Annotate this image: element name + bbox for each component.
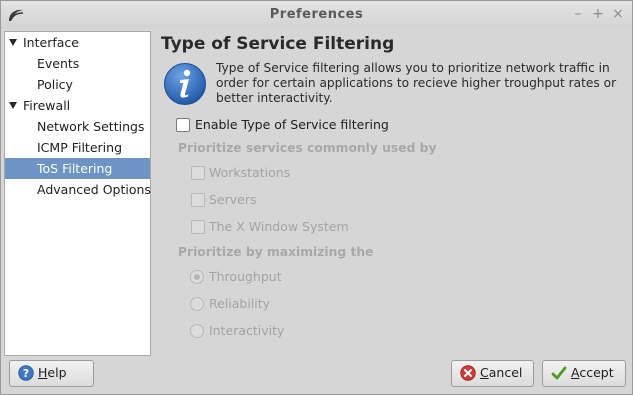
minimize-icon[interactable]: – [571,6,585,22]
cancel-label: Cancel [480,365,522,380]
workstations-label[interactable]: Workstations [209,165,290,180]
page-title: Type of Service Filtering [161,34,395,54]
interactivity-label[interactable]: Interactivity [209,323,284,338]
tree-item-label: ToS Filtering [37,161,113,176]
expander-icon[interactable] [9,102,17,109]
tree-item-label: Network Settings [37,119,145,134]
workstations-checkbox[interactable] [191,166,205,180]
tree-item-label: ICMP Filtering [37,140,122,155]
help-mnemonic: H [38,365,48,380]
tree-item-label: Policy [37,77,73,92]
accept-label-rest: ccept [579,365,614,380]
help-label-rest: elp [47,365,67,380]
tree-item-policy[interactable]: Policy [5,74,150,95]
tree-item-events[interactable]: Events [5,53,150,74]
help-icon: ? [18,365,34,381]
cancel-mnemonic: C [480,365,489,380]
expander-icon[interactable] [9,39,17,46]
window-title: Preferences [269,7,364,22]
title-bar[interactable]: Preferences – + × [1,1,632,28]
help-button[interactable]: ? Help [9,360,94,387]
services-section-heading: Prioritize services commonly used by [178,141,437,155]
tree-item-icmp-filtering[interactable]: ICMP Filtering [5,137,150,158]
checkmark-icon [551,366,567,380]
enable-tos-label[interactable]: Enable Type of Service filtering [195,117,389,132]
close-icon[interactable]: × [611,6,625,22]
tree-item-tos-filtering[interactable]: ToS Filtering [5,158,150,179]
tree-item-label: Firewall [23,98,71,113]
help-label: Help [38,365,67,380]
preferences-window: Preferences – + × Interface Events Polic… [0,0,633,395]
throughput-label[interactable]: Throughput [209,269,282,284]
tree-item-interface[interactable]: Interface [5,32,150,53]
radio-selected-dot [194,274,200,280]
tree-item-advanced-options[interactable]: Advanced Options [5,179,151,200]
cancel-icon [460,365,476,381]
reliability-radio[interactable] [190,297,204,311]
preferences-tree: Interface Events Policy Firewall Network… [4,31,151,356]
svg-text:?: ? [23,367,29,380]
reliability-label[interactable]: Reliability [209,296,270,311]
throughput-radio[interactable] [190,270,204,284]
x-window-system-checkbox[interactable] [191,220,205,234]
tree-item-label: Events [37,56,80,71]
servers-checkbox[interactable] [191,193,205,207]
maximize-icon[interactable]: + [591,6,605,22]
info-icon [164,63,206,105]
maximize-section-heading: Prioritize by maximizing the [178,245,374,259]
tree-item-firewall[interactable]: Firewall [5,95,150,116]
tree-item-label: Advanced Options [37,182,151,197]
cancel-button[interactable]: Cancel [451,360,534,387]
tree-item-label: Interface [23,35,79,50]
interactivity-radio[interactable] [190,324,204,338]
servers-label[interactable]: Servers [209,192,257,207]
accept-label: Accept [571,365,614,380]
accept-button[interactable]: Accept [542,360,626,387]
x-window-system-label[interactable]: The X Window System [209,219,349,234]
enable-tos-checkbox[interactable] [176,118,190,132]
cancel-label-rest: ancel [488,365,523,380]
tree-item-network-settings[interactable]: Network Settings [5,116,150,137]
description-text: Type of Service filtering allows you to … [216,61,617,105]
